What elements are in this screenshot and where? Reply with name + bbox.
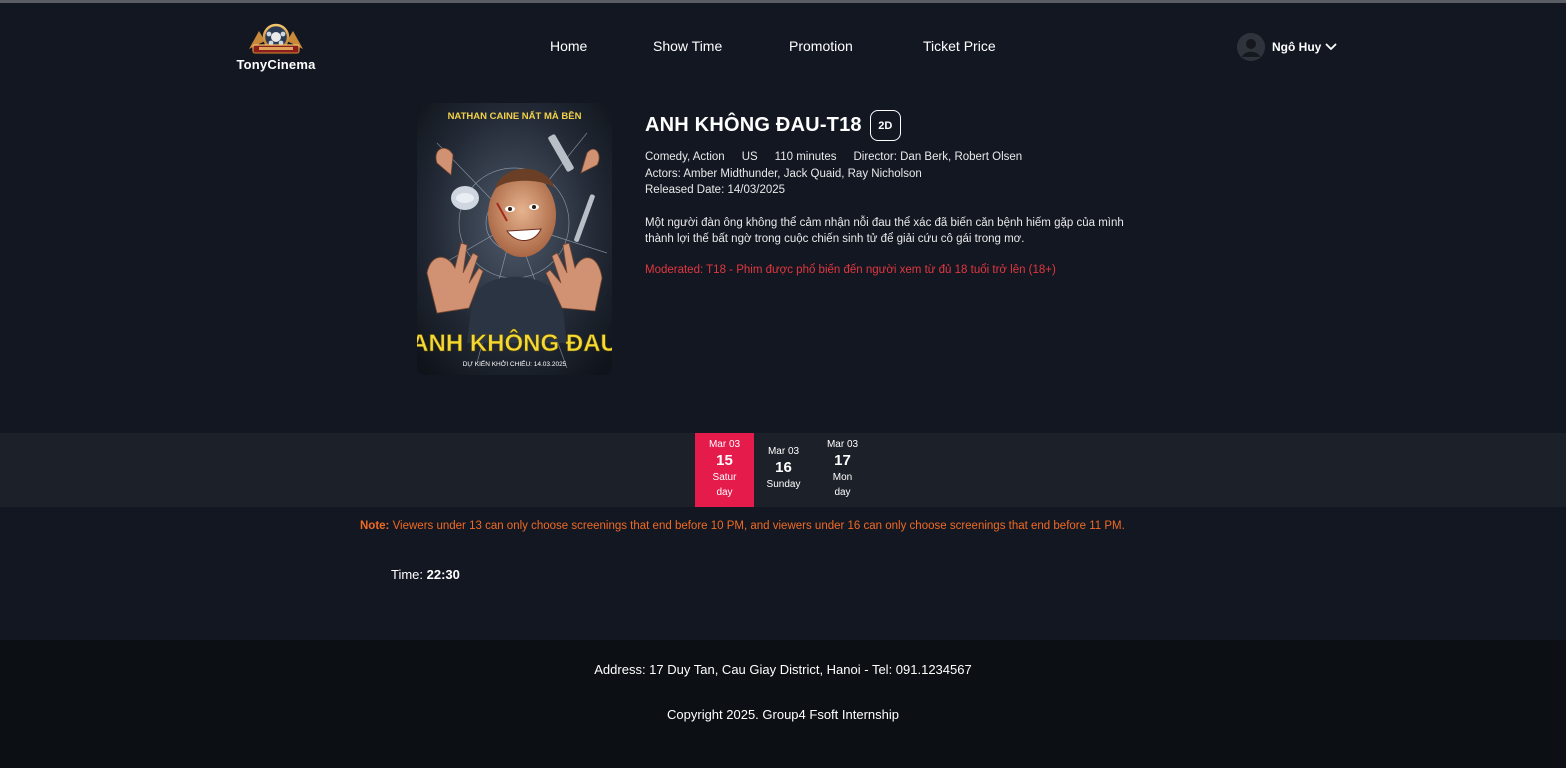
movie-genre: Comedy, Action (645, 151, 725, 163)
date-weekday-suffix: day (834, 487, 851, 498)
movie-director: Director: Dan Berk, Robert Olsen (853, 151, 1023, 163)
nav-home[interactable]: Home (550, 38, 587, 54)
date-weekday: Satur (712, 472, 737, 483)
date-weekday: Mon (832, 472, 853, 483)
date-selector: Mar 03 15 Satur day Mar 03 16 Sunday Mar… (0, 433, 1566, 507)
date-day: 17 (834, 452, 851, 469)
user-name: Ngô Huy (1272, 40, 1322, 54)
nav-show-time[interactable]: Show Time (653, 38, 722, 54)
movie-duration: 110 minutes (774, 151, 837, 163)
showtime[interactable]: Time: 22:30 (391, 567, 460, 582)
footer-address: Address: 17 Duy Tan, Cau Giay District, … (594, 662, 972, 677)
showtime-label: Time: (391, 567, 427, 582)
poster-tagline: NATHAN CAINE NẤT MÀ BỀN (448, 111, 582, 122)
date-day: 15 (716, 452, 733, 469)
date-option-16[interactable]: Mar 03 16 Sunday (754, 433, 813, 507)
movie-meta-row: Comedy, Action US 110 minutes Director: … (645, 149, 1165, 166)
site-footer: Address: 17 Duy Tan, Cau Giay District, … (0, 640, 1566, 768)
movie-actors: Actors: Amber Midthunder, Jack Quaid, Ra… (645, 167, 922, 180)
date-day: 16 (775, 459, 792, 476)
movie-country: US (741, 151, 758, 163)
user-menu[interactable]: Ngô Huy (1237, 33, 1337, 61)
site-header: TonyCinema Home Show Time Promotion Tick… (0, 3, 1566, 85)
movie-title-row: ANH KHÔNG ĐAU-T18 2D (645, 110, 1165, 141)
showtime-value: 22:30 (426, 567, 460, 582)
poster-title: ANH KHÔNG ĐAU (417, 329, 612, 357)
movie-title: ANH KHÔNG ĐAU-T18 (645, 114, 862, 136)
user-avatar-icon (1237, 33, 1265, 61)
nav-ticket-price[interactable]: Ticket Price (923, 38, 996, 54)
format-badge: 2D (869, 110, 901, 141)
screening-age-note: Note: Viewers under 13 can only choose s… (360, 520, 1125, 532)
date-option-15[interactable]: Mar 03 15 Satur day (695, 433, 754, 507)
date-weekday: Sunday (766, 479, 801, 490)
note-label: Note: (360, 520, 390, 532)
date-option-17[interactable]: Mar 03 17 Mon day (813, 433, 872, 507)
movie-poster: NATHAN CAINE NẤT MÀ BỀN ANH KHÔNG ĐAU DỰ… (417, 103, 612, 375)
age-rating-notice: Moderated: T18 - Phim được phổ biến đến … (645, 263, 1056, 276)
brand-logo[interactable]: TonyCinema (231, 23, 321, 73)
date-month: Mar 03 (826, 439, 859, 450)
date-weekday-suffix: day (716, 487, 733, 498)
movie-description: Một người đàn ông không thể cảm nhận nỗi… (645, 216, 1124, 246)
note-text: Viewers under 13 can only choose screeni… (389, 520, 1125, 532)
chevron-down-icon (1325, 43, 1337, 50)
date-month: Mar 03 (708, 439, 741, 450)
nav-promotion[interactable]: Promotion (789, 38, 853, 54)
movie-info: ANH KHÔNG ĐAU-T18 2D Comedy, Action US 1… (645, 110, 1165, 276)
brand-name: TonyCinema (236, 57, 316, 72)
footer-copyright: Copyright 2025. Group4 Fsoft Internship (667, 707, 899, 722)
movie-release-date: Released Date: 14/03/2025 (645, 184, 786, 196)
cinema-logo-icon (249, 23, 303, 54)
date-month: Mar 03 (767, 446, 800, 457)
